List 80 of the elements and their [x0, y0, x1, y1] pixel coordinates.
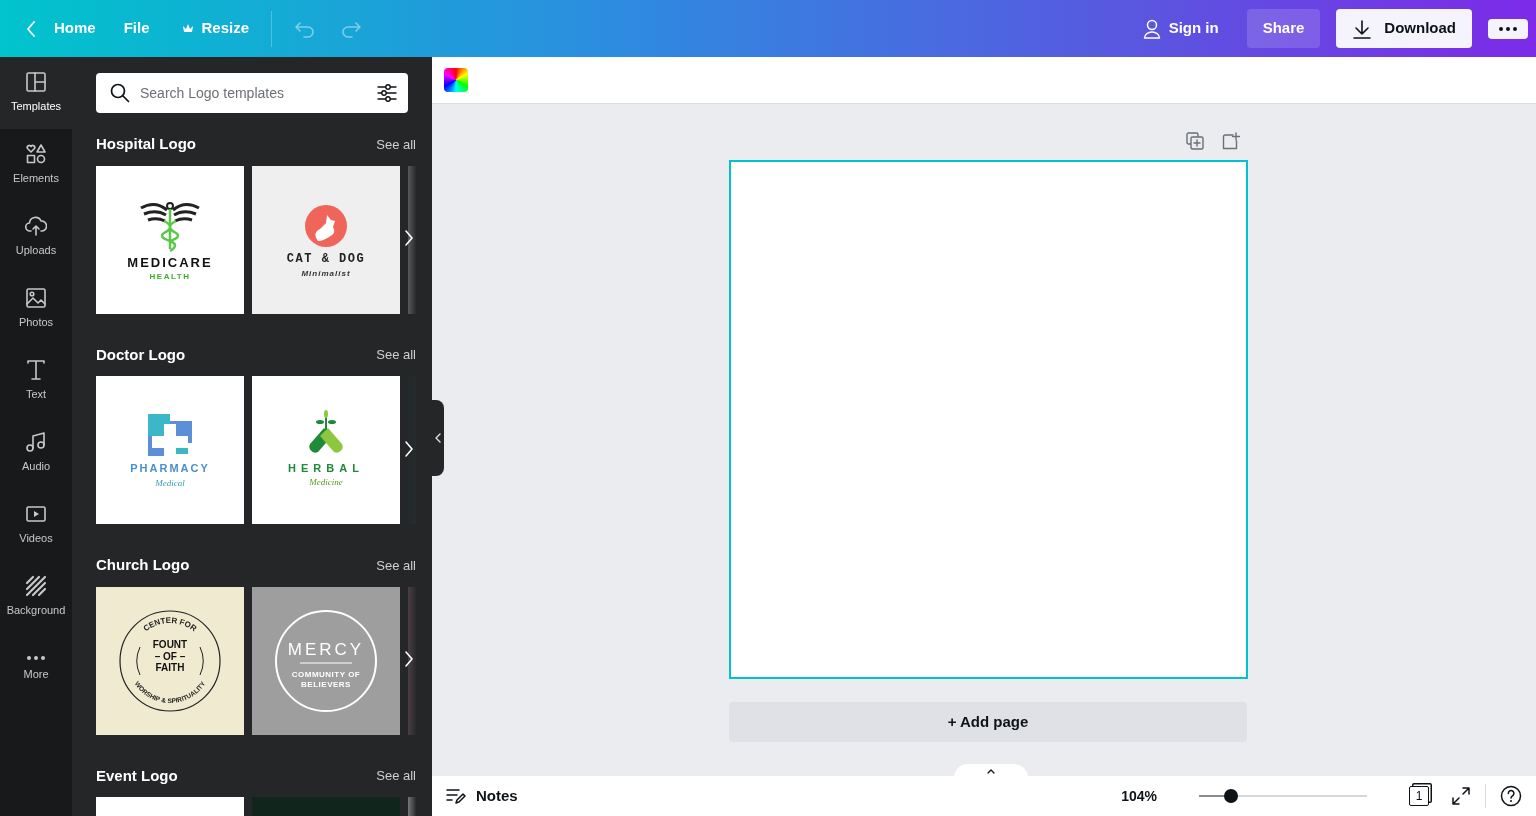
template-thumbnail[interactable]: [408, 586, 416, 735]
help-icon[interactable]: [1500, 785, 1522, 807]
shapes-icon: [25, 143, 47, 166]
chevron-right-icon[interactable]: [404, 229, 414, 248]
undo-icon: [294, 19, 317, 38]
logo-text: PHARMACY: [130, 462, 210, 474]
text-icon: [25, 359, 47, 382]
sidebar-tab[interactable]: Templates: [0, 57, 72, 129]
download-button[interactable]: Download: [1336, 9, 1472, 48]
logo-text: Minimalist: [301, 268, 351, 278]
sidebar-tab[interactable]: Photos: [0, 273, 72, 345]
logo-text: CAT & DOG: [286, 251, 366, 266]
chevron-right-icon[interactable]: [404, 650, 414, 669]
sign-in-button[interactable]: Sign in: [1130, 9, 1231, 48]
see-all-link[interactable]: See all: [376, 134, 416, 154]
back-icon: [26, 20, 36, 37]
collapse-handle[interactable]: [432, 400, 444, 476]
add-page-button[interactable]: + Add page: [729, 702, 1247, 742]
logo-text: COMMUNITY OF: [291, 669, 361, 679]
crown-icon: [181, 23, 194, 34]
caret-up-icon: [987, 768, 995, 774]
expand-pages-button[interactable]: [954, 764, 1028, 778]
duplicate-page-icon[interactable]: [1185, 132, 1204, 150]
logo-text: BELIEVERS: [301, 679, 351, 689]
more-options-button[interactable]: [1488, 18, 1528, 39]
more-icon: [25, 655, 47, 662]
chevron-left-icon: [435, 433, 441, 443]
notes-icon: [446, 787, 466, 805]
cloud-upload-icon: [25, 215, 47, 238]
section-title: Hospital Logo: [96, 134, 196, 154]
page-count-button[interactable]: 1: [1409, 786, 1429, 806]
notes-button[interactable]: Notes: [446, 784, 518, 808]
template-thumbnail[interactable]: MEDICARE HEALTH: [96, 165, 244, 314]
cat-dog-icon: [305, 204, 347, 247]
sidebar-tab[interactable]: Audio: [0, 417, 72, 489]
share-button[interactable]: Share: [1246, 9, 1321, 48]
logo-text: MEDICARE: [127, 254, 213, 270]
caduceus-icon: [139, 201, 201, 252]
see-all-link[interactable]: See all: [376, 766, 416, 786]
search-icon: [110, 83, 130, 103]
leaf-capsule-icon: [309, 410, 343, 453]
color-picker-button[interactable]: [444, 68, 468, 92]
zoom-percentage: 104%: [1121, 786, 1157, 806]
image-icon: [25, 287, 47, 310]
add-page-icon[interactable]: [1221, 132, 1240, 150]
sidebar-tab[interactable]: Text: [0, 345, 72, 417]
more-icon: [1499, 26, 1517, 31]
logo-text: – OF –: [154, 650, 186, 662]
logo-text: FOUNT: [152, 638, 188, 650]
logo-text: HERBAL: [288, 462, 364, 474]
zoom-slider-thumb[interactable]: [1223, 789, 1238, 803]
sidebar-tab[interactable]: More: [0, 633, 72, 705]
see-all-link[interactable]: See all: [376, 345, 416, 365]
download-icon: [1352, 18, 1373, 39]
section-title: Doctor Logo: [96, 344, 186, 365]
stripes-icon: [25, 575, 47, 598]
logo-text: Medical: [155, 478, 185, 488]
see-all-link[interactable]: See all: [376, 555, 416, 575]
sidebar-tab[interactable]: Elements: [0, 129, 72, 201]
person-icon: [1142, 18, 1161, 39]
logo-text: MERCY: [287, 639, 365, 659]
logo-text: FAITH: [155, 661, 185, 673]
logo-text: HEALTH: [149, 271, 191, 281]
fullscreen-icon[interactable]: [1451, 786, 1471, 806]
layout-icon: [25, 71, 47, 94]
section-title: Church Logo: [96, 555, 190, 575]
logo-text: Medicine: [309, 477, 343, 487]
template-thumbnail[interactable]: HERBAL Medicine: [252, 376, 400, 524]
redo-icon: [340, 19, 363, 38]
sidebar-tab[interactable]: Videos: [0, 489, 72, 561]
template-thumbnail[interactable]: [408, 165, 416, 314]
chevron-right-icon[interactable]: [404, 439, 414, 458]
sidebar-tab[interactable]: Uploads: [0, 201, 72, 273]
search-field[interactable]: Search Logo templates: [96, 73, 408, 113]
sidebar-tab[interactable]: Background: [0, 561, 72, 633]
filter-icon[interactable]: [376, 83, 398, 103]
template-thumbnail[interactable]: PHARMACY Medical: [96, 376, 244, 524]
template-thumbnail[interactable]: [408, 376, 416, 524]
section-title: Event Logo: [96, 765, 178, 786]
music-note-icon: [25, 431, 47, 454]
